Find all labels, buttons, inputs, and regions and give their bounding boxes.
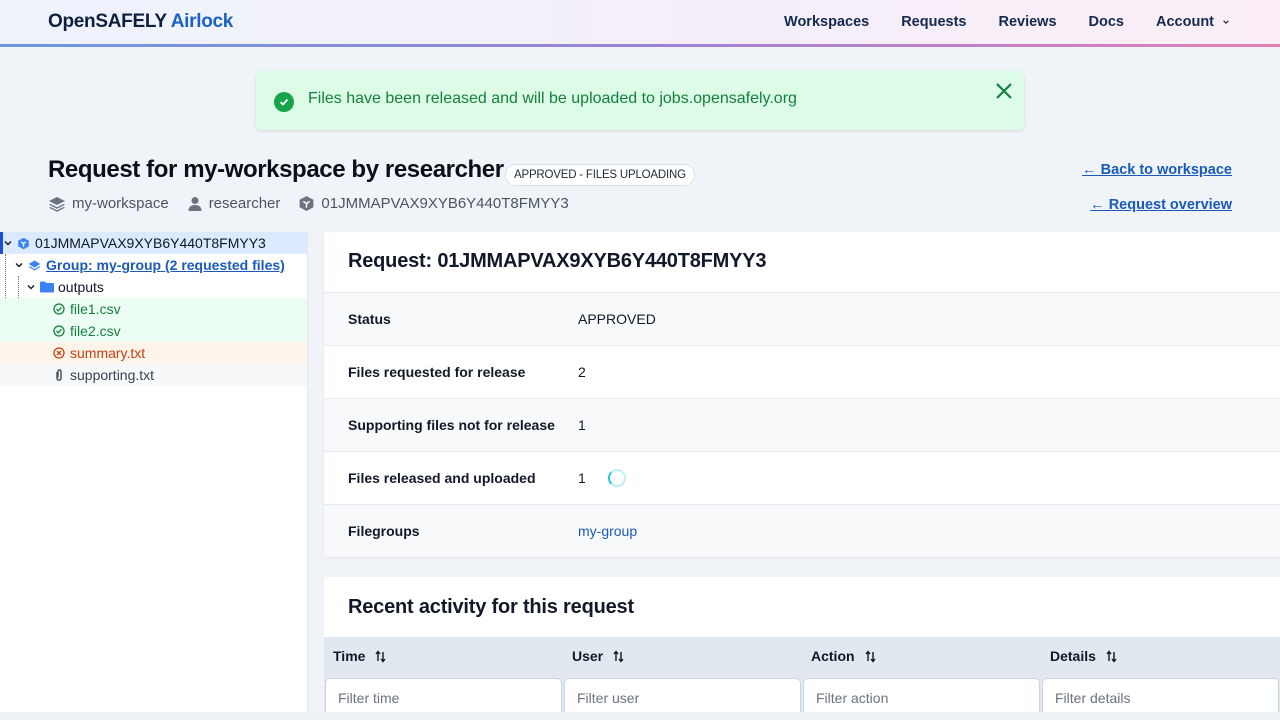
meta-user-label: researcher [208,195,281,212]
detail-value-text: 1 [578,470,586,486]
check-circle-icon [274,92,294,112]
folder-icon [40,281,54,293]
activity-title: Recent activity for this request [348,596,634,618]
chevron-down-icon [1223,20,1229,25]
tree-item-label: 01JMMAPVAX9XYB6Y440T8FMYY3 [35,235,266,251]
tree-item-label: supporting.txt [70,367,155,383]
detail-row-files-requested: Files requested for release 2 [324,345,1280,398]
layers-icon [49,196,65,212]
chevron-down-icon[interactable] [14,260,24,270]
detail-row-files-released: Files released and uploaded 1 [324,451,1280,504]
main-nav: Workspaces Requests Reviews Docs Account [784,0,1280,44]
sort-icon[interactable] [375,649,387,663]
meta-request-id-label: 01JMMAPVAX9XYB6Y440T8FMYY3 [321,195,569,212]
paperclip-icon [56,369,62,381]
back-to-workspace-link[interactable]: ← Back to workspace [1082,162,1232,178]
detail-value: 2 [578,364,586,380]
tree-item-file[interactable]: file2.csv [0,320,307,342]
layers-icon [28,259,41,271]
detail-label: Filegroups [348,523,420,539]
tree-item-request[interactable]: 01JMMAPVAX9XYB6Y440T8FMYY3 [0,232,307,254]
column-label: User [572,648,604,664]
detail-value: APPROVED [578,311,656,327]
request-meta: my-workspace researcher 01JMMAPVAX9XYB6Y… [48,195,587,212]
nav-workspaces[interactable]: Workspaces [784,14,869,30]
nav-docs[interactable]: Docs [1089,14,1124,30]
chevron-down-icon[interactable] [26,282,36,292]
loading-spinner-icon [607,469,626,487]
site-header: OpenSAFELY Airlock Workspaces Requests R… [0,0,1280,47]
column-label: Time [333,648,366,664]
activity-table-header: Time User Action Details [324,637,1280,718]
request-cube-icon [299,196,314,211]
meta-workspace-label: my-workspace [72,195,169,212]
detail-row-supporting-files: Supporting files not for release 1 [324,398,1280,451]
detail-label: Supporting files not for release [348,417,555,433]
detail-label: Files released and uploaded [348,470,536,486]
brand-accent: Airlock [170,11,234,32]
meta-workspace: my-workspace [48,195,169,212]
user-icon [188,196,202,211]
meta-request-id: 01JMMAPVAX9XYB6Y440T8FMYY3 [298,195,569,212]
tree-item-label: file1.csv [70,301,121,317]
tree-item-group[interactable]: Group: my-group (2 requested files) [0,254,307,276]
sort-icon[interactable] [1106,649,1118,663]
request-overview-link[interactable]: ← Request overview [1090,197,1232,213]
detail-value: 1 [578,417,586,433]
brand-main: OpenSAFELY [48,11,167,32]
column-label: Action [811,648,855,664]
file-tree: 01JMMAPVAX9XYB6Y440T8FMYY3 Group: my-gro… [0,232,308,712]
detail-row-status: Status APPROVED [324,292,1280,345]
tree-item-file[interactable]: summary.txt [0,342,307,364]
tree-item-file[interactable]: file1.csv [0,298,307,320]
tree-item-folder[interactable]: outputs [0,276,307,298]
close-icon[interactable] [994,81,1014,101]
activity-panel: Recent activity for this request Time Us… [324,577,1280,718]
nav-requests[interactable]: Requests [901,14,966,30]
detail-row-filegroups: Filegroups my-group [324,504,1280,557]
nav-reviews[interactable]: Reviews [998,14,1056,30]
request-panel-title: Request: 01JMMAPVAX9XYB6Y440T8FMYY3 [348,250,767,272]
column-header-time[interactable]: Time [333,648,387,664]
detail-value: 1 [578,469,626,487]
check-circle-icon [53,325,65,337]
sort-icon[interactable] [865,649,877,663]
page-bottom [0,712,1280,720]
detail-value: my-group [578,523,637,539]
column-header-action[interactable]: Action [811,648,877,664]
request-details-panel: Request: 01JMMAPVAX9XYB6Y440T8FMYY3 Stat… [324,232,1280,557]
tree-item-file[interactable]: supporting.txt [0,364,307,386]
tree-item-label: summary.txt [70,345,146,361]
tree-item-label: outputs [58,279,104,295]
tree-item-label: Group: my-group (2 requested files) [46,257,285,273]
nav-account-dropdown[interactable]: Account [1156,14,1230,30]
flash-message: Files have been released and will be upl… [256,71,1024,130]
check-circle-icon [53,303,65,315]
detail-label: Status [348,311,391,327]
brand-logo[interactable]: OpenSAFELY Airlock [48,11,233,33]
flash-text: Files have been released and will be upl… [308,90,797,107]
column-header-user[interactable]: User [572,648,625,664]
x-circle-icon [53,347,65,359]
column-header-details[interactable]: Details [1050,648,1118,664]
chevron-down-icon[interactable] [3,238,13,248]
detail-label: Files requested for release [348,364,526,380]
nav-account-label: Account [1156,14,1214,30]
page-title: Request for my-workspace by researcher [48,156,504,183]
sort-icon[interactable] [613,649,625,663]
filegroup-link[interactable]: my-group [578,523,637,539]
meta-user: researcher [187,195,281,212]
status-badge: APPROVED - FILES UPLOADING [505,164,695,186]
column-label: Details [1050,648,1096,664]
tree-item-label: file2.csv [70,323,121,339]
request-cube-icon [18,237,29,249]
